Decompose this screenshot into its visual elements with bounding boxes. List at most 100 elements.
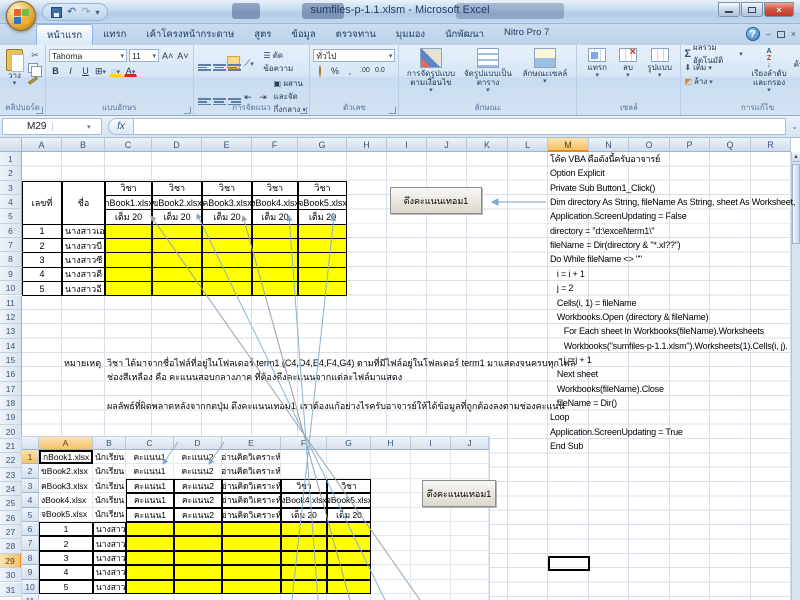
format-as-table-button[interactable]: จัดรูปแบบเป็นตาราง▾ [459, 47, 516, 95]
row-header-6[interactable]: 6 [0, 224, 22, 238]
top-table-max[interactable]: เต็ม 20 [298, 209, 347, 224]
cell-styles-button[interactable]: ลักษณะเซลล์▾ [516, 47, 573, 86]
column-header-O[interactable]: O [629, 138, 670, 152]
row-header-2[interactable]: 2 [0, 166, 22, 180]
number-format-combo[interactable]: ทั่วไป▾ [313, 49, 395, 62]
top-table-score-cell[interactable] [152, 281, 202, 296]
row-header-21[interactable]: 21 [0, 439, 22, 453]
top-table-subject[interactable]: วิชา [105, 181, 152, 196]
tab-หน้าแรก[interactable]: หน้าแรก [36, 24, 93, 45]
font-size-combo[interactable]: 11▾ [129, 49, 159, 62]
tab-เค้าโครงหน้ากระดาษ[interactable]: เค้าโครงหน้ากระดาษ [136, 24, 244, 45]
close-button[interactable]: × [764, 2, 794, 17]
row-header-1[interactable]: 1 [0, 152, 22, 166]
tab-ตรวจทาน[interactable]: ตรวจทาน [326, 24, 386, 45]
pull-scores-term1-button-top[interactable]: ดึงคะแนนเทอม1 [390, 187, 482, 214]
top-table-student-no[interactable]: 1 [22, 224, 62, 239]
top-table-score-cell[interactable] [202, 224, 252, 239]
paste-button[interactable]: วาง▾ [3, 47, 26, 90]
selected-cell-M29[interactable] [548, 556, 590, 571]
tab-สูตร[interactable]: สูตร [244, 24, 281, 45]
top-table-score-cell[interactable] [152, 252, 202, 267]
align-bottom-icon[interactable] [227, 56, 240, 69]
tab-นักพัฒนา[interactable]: นักพัฒนา [435, 24, 494, 45]
top-table-score-cell[interactable] [252, 252, 298, 267]
top-table-file[interactable]: กBook1.xlsx [105, 195, 152, 210]
top-table-file[interactable]: งBook4.xlsx [252, 195, 298, 210]
top-table-score-cell[interactable] [298, 281, 347, 296]
tab-Nitro Pro 7[interactable]: Nitro Pro 7 [494, 24, 559, 45]
top-table-score-cell[interactable] [252, 224, 298, 239]
row-header-26[interactable]: 26 [0, 511, 22, 525]
top-table-subject[interactable]: วิชา [252, 181, 298, 196]
row-header-27[interactable]: 27 [0, 525, 22, 539]
top-table-score-cell[interactable] [298, 267, 347, 282]
insert-cells-button[interactable]: แทรก▾ [580, 47, 614, 80]
row-header-16[interactable]: 16 [0, 367, 22, 381]
top-table-score-cell[interactable] [252, 281, 298, 296]
column-header-N[interactable]: N [589, 138, 629, 152]
row-header-23[interactable]: 23 [0, 468, 22, 482]
bold-button[interactable]: B [49, 64, 62, 77]
workbook-minimize-icon[interactable]: – [766, 29, 771, 39]
top-table-max[interactable]: เต็ม 20 [252, 209, 298, 224]
top-table-score-cell[interactable] [105, 224, 152, 239]
tab-มุมมอง[interactable]: มุมมอง [386, 24, 435, 45]
column-header-Q[interactable]: Q [710, 138, 751, 152]
top-table-score-cell[interactable] [298, 252, 347, 267]
expand-formula-bar-icon[interactable]: ⌄ [791, 122, 798, 131]
top-table-subject[interactable]: วิชา [298, 181, 347, 196]
clear-button[interactable]: ◩ ล้าง▾ [684, 75, 742, 88]
maximize-button[interactable] [741, 2, 763, 17]
row-header-4[interactable]: 4 [0, 195, 22, 209]
row-header-11[interactable]: 11 [0, 296, 22, 310]
top-table-student-no[interactable]: 5 [22, 281, 62, 296]
top-table-subject[interactable]: วิชา [202, 181, 252, 196]
delete-cells-button[interactable]: ลบ▾ [614, 47, 642, 80]
grow-font-icon[interactable]: A˄ [161, 49, 174, 62]
row-header-25[interactable]: 25 [0, 496, 22, 510]
column-header-H[interactable]: H [347, 138, 387, 152]
italic-button[interactable]: I [64, 64, 77, 77]
top-table-max[interactable]: เต็ม 20 [202, 209, 252, 224]
top-table-student-name[interactable]: นางสาวดี [62, 267, 105, 282]
top-table-student-name[interactable]: นางสาวบี [62, 238, 105, 253]
column-header-C[interactable]: C [105, 138, 152, 152]
alignment-dialog-launcher[interactable] [300, 107, 307, 114]
workbook-close-icon[interactable]: × [791, 29, 796, 39]
format-painter-icon[interactable] [28, 76, 38, 84]
row-header-14[interactable]: 14 [0, 339, 22, 353]
top-table-max[interactable]: เต็ม 20 [105, 209, 152, 224]
name-box[interactable]: M29▾ [2, 118, 102, 135]
top-table-student-no[interactable]: 3 [22, 252, 62, 267]
top-table-score-cell[interactable] [202, 252, 252, 267]
column-header-D[interactable]: D [152, 138, 202, 152]
row-header-28[interactable]: 28 [0, 539, 22, 553]
undo-icon[interactable]: ↶ [67, 7, 76, 18]
top-table-max[interactable]: เต็ม 20 [152, 209, 202, 224]
row-header-24[interactable]: 24 [0, 482, 22, 496]
save-icon[interactable] [51, 7, 62, 18]
row-header-10[interactable]: 10 [0, 281, 22, 295]
find-select-button[interactable]: ค้นหาและเลือก▾ [791, 47, 800, 86]
row-header-17[interactable]: 17 [0, 382, 22, 396]
decrease-decimal-icon[interactable]: 0.0 [373, 64, 386, 77]
copy-icon[interactable] [28, 63, 38, 73]
column-header-B[interactable]: B [62, 138, 105, 152]
name-box-dropdown-icon[interactable]: ▾ [52, 123, 102, 131]
shrink-font-icon[interactable]: A˅ [176, 49, 189, 62]
tab-แทรก[interactable]: แทรก [93, 24, 136, 45]
row-header-13[interactable]: 13 [0, 324, 22, 338]
top-table-score-cell[interactable] [252, 238, 298, 253]
top-table-student-no[interactable]: 2 [22, 238, 62, 253]
row-header-7[interactable]: 7 [0, 238, 22, 252]
top-table-file[interactable]: คBook3.xlsx [202, 195, 252, 210]
column-header-M[interactable]: M [548, 138, 589, 152]
top-table-score-cell[interactable] [202, 281, 252, 296]
font-color-icon[interactable]: A▾ [124, 64, 137, 77]
accounting-format-icon[interactable] [313, 64, 326, 77]
row-header-20[interactable]: 20 [0, 425, 22, 439]
top-table-score-cell[interactable] [152, 267, 202, 282]
top-table-subject[interactable]: วิชา [152, 181, 202, 196]
align-top-icon[interactable] [197, 56, 210, 69]
